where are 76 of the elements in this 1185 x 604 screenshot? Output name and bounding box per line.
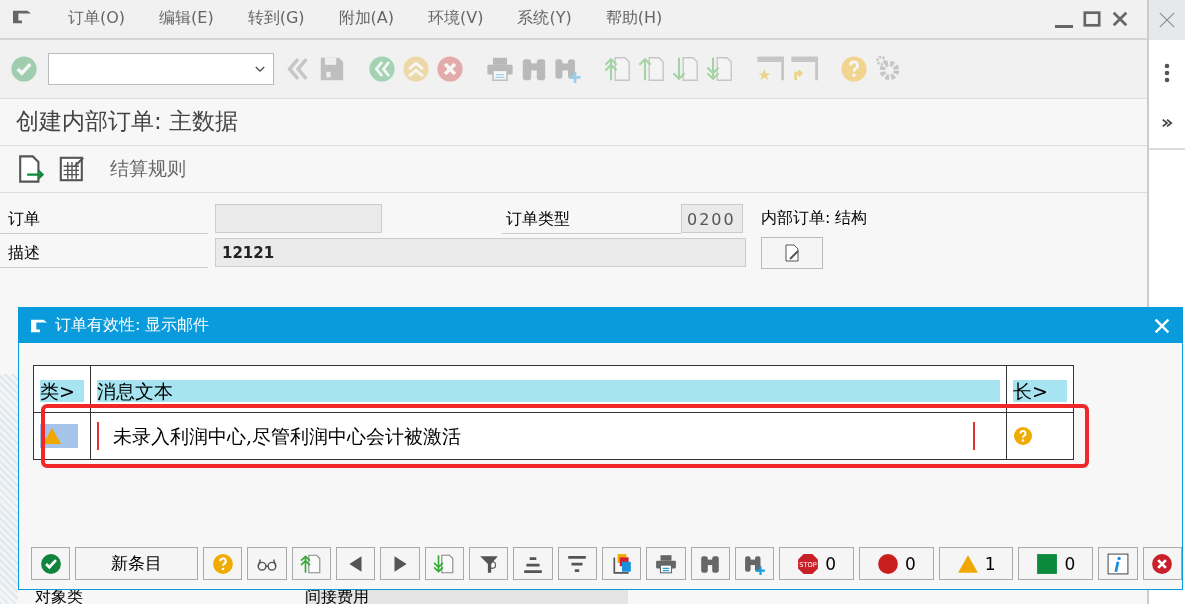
field-label: 订单 — [0, 203, 208, 234]
dialog-title: 订单有效性: 显示邮件 — [55, 315, 211, 336]
print-icon — [654, 552, 677, 575]
menu-item[interactable]: 帮助(H) — [571, 8, 663, 30]
message-count-button[interactable]: 0 — [1018, 547, 1094, 580]
toolbar-button[interactable] — [31, 547, 71, 580]
new-entry-button[interactable]: 新条目 — [75, 547, 198, 580]
check-icon — [10, 54, 38, 83]
window-arrow-icon — [790, 54, 818, 83]
info-icon — [1106, 552, 1129, 575]
document-pencil-icon — [782, 242, 802, 263]
input-field[interactable] — [215, 204, 382, 234]
window-star-icon — [756, 54, 784, 83]
page-down-icon — [672, 54, 700, 83]
toolbar-button[interactable] — [380, 547, 420, 580]
settlement-rule-button[interactable]: 结算规则 — [110, 155, 186, 182]
cancel-icon — [436, 54, 464, 83]
toolbar-button[interactable] — [513, 547, 553, 580]
double-chevron-up-circle-icon — [402, 54, 430, 83]
command-field[interactable] — [48, 52, 274, 85]
menu-item[interactable]: 编辑(E) — [125, 8, 214, 30]
menu-item[interactable]: 附加(A) — [304, 8, 394, 30]
column-header: 长> — [1013, 380, 1067, 402]
double-chevron-right-icon — [1161, 117, 1173, 129]
message-count-button[interactable]: 0 — [858, 547, 934, 580]
help-icon — [1013, 426, 1033, 446]
toolbar-button[interactable] — [646, 547, 686, 580]
column-header: 消息文本 — [97, 380, 1000, 402]
menu-item[interactable]: 环境(V) — [394, 8, 484, 30]
toolbar-button[interactable] — [1142, 547, 1182, 580]
minimize-icon — [1055, 24, 1073, 28]
page-up-icon — [604, 54, 632, 83]
input-field[interactable]: 12121 — [215, 238, 746, 268]
toolbar-button[interactable] — [424, 547, 464, 580]
toolbar-button[interactable] — [468, 547, 509, 580]
toolbar-button[interactable] — [291, 547, 331, 580]
double-chevron-circle-icon — [368, 54, 396, 83]
input-field[interactable]: 0200 — [681, 204, 743, 234]
menu-item[interactable]: 订单(O) — [34, 8, 126, 30]
window-icon — [29, 317, 49, 334]
toolbar-button[interactable] — [247, 547, 287, 580]
warning-icon — [42, 426, 62, 446]
toolbar-button[interactable] — [690, 547, 730, 580]
toolbar-button[interactable] — [734, 547, 775, 580]
field-label: 描述 — [0, 237, 208, 268]
page-down-icon — [433, 552, 456, 575]
close-icon — [1158, 11, 1176, 29]
table-edit-icon — [58, 154, 86, 183]
maximize-icon — [1083, 9, 1101, 28]
toolbar-button[interactable] — [335, 547, 376, 580]
check-icon — [39, 552, 62, 575]
close-icon — [1154, 317, 1170, 334]
page-up-icon — [638, 54, 666, 83]
message-text: 未录入利润中心,尽管利润中心会计被激活 — [97, 422, 975, 450]
message-count-button[interactable]: 1 — [938, 547, 1014, 580]
column-header: 类> — [40, 380, 84, 402]
copy-icon — [610, 552, 633, 575]
page-down-icon — [706, 54, 734, 83]
page-title: 创建内部订单: 主数据 — [0, 98, 1147, 146]
help-icon — [211, 552, 234, 575]
toolbar-button[interactable] — [601, 547, 642, 580]
more-icon — [1164, 63, 1170, 83]
page-up-icon — [300, 552, 323, 575]
square-icon — [1036, 552, 1059, 575]
toolbar-button[interactable] — [1098, 547, 1138, 580]
menu-item[interactable]: 系统(Y) — [483, 8, 572, 30]
help-icon — [840, 54, 868, 83]
gear-icon — [874, 54, 902, 83]
field-description: 内部订单: 结构 — [761, 208, 868, 230]
circle-icon — [876, 552, 899, 575]
close-icon — [1111, 9, 1129, 28]
close-button[interactable] — [1154, 317, 1170, 334]
cancel-icon — [1151, 552, 1174, 575]
menu-item[interactable]: 转到(G) — [213, 8, 305, 30]
document-arrow-icon — [16, 154, 44, 183]
toolbar-button[interactable] — [557, 547, 597, 580]
